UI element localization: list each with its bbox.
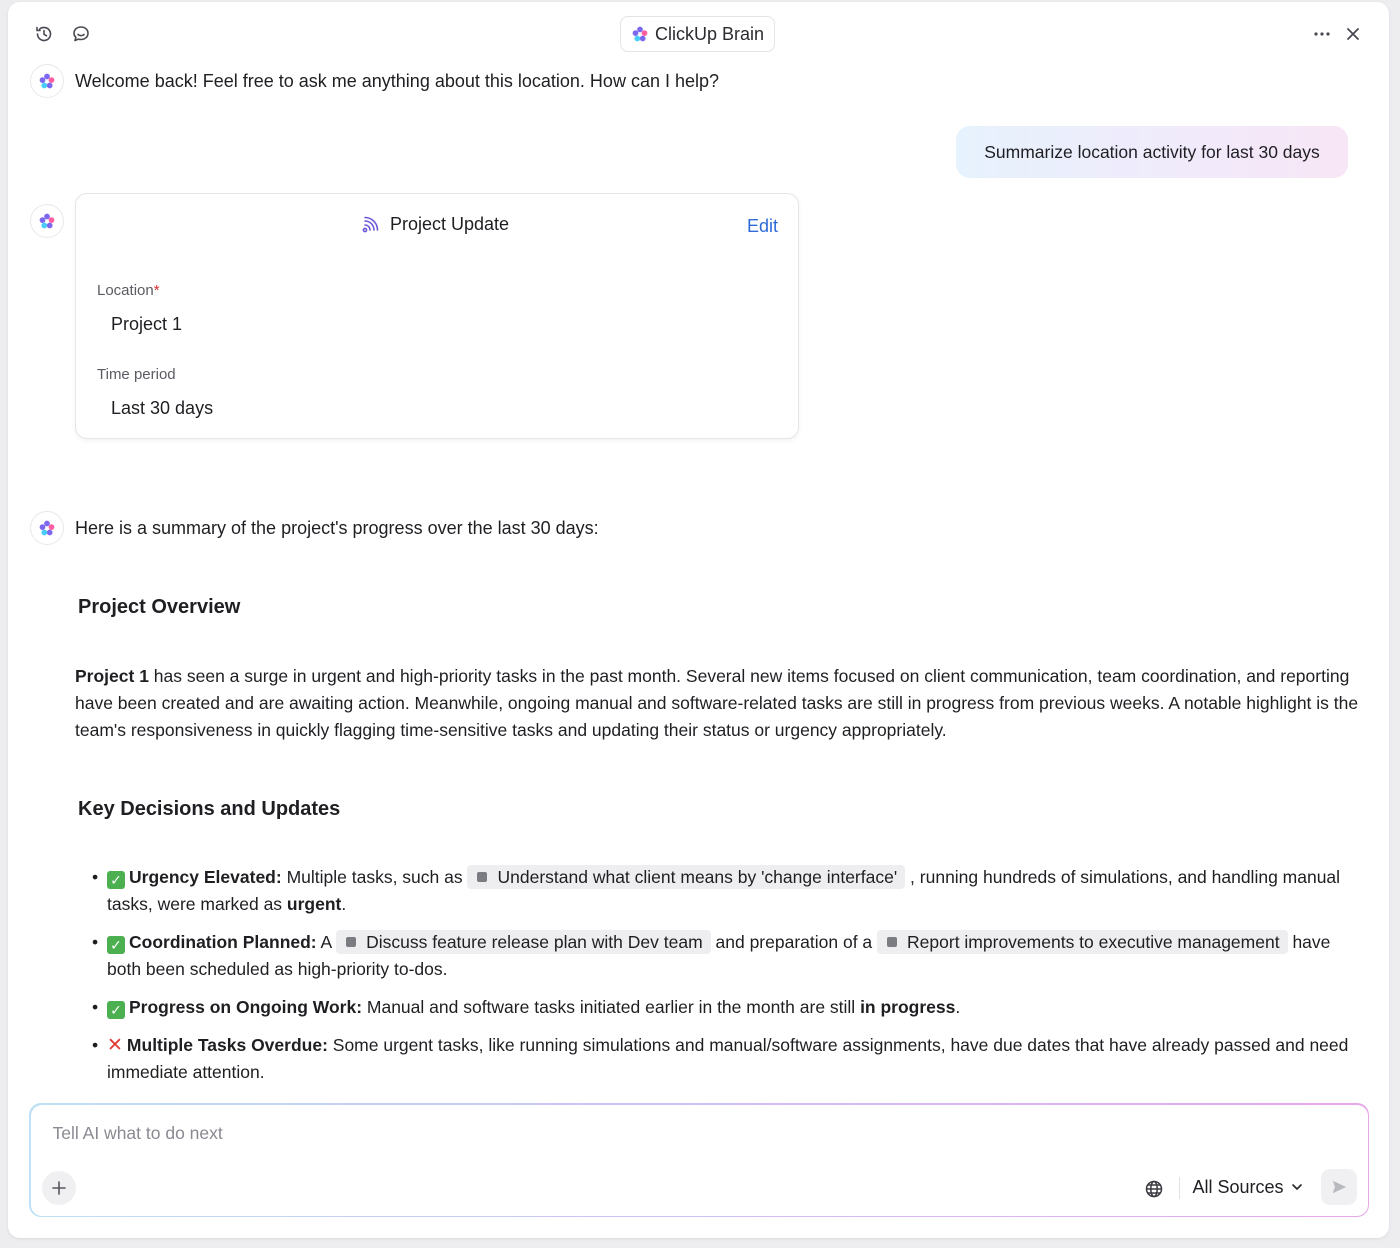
chat-bubble-icon[interactable] [69,22,93,46]
summary-intro: Here is a summary of the project's progr… [75,518,599,538]
bullet-dot: • [92,932,99,952]
location-value[interactable]: Project 1 [111,314,182,335]
overview-bold: Project 1 [75,666,149,686]
bullet-dot: • [92,997,99,1017]
task-chip-label: Discuss feature release plan with Dev te… [366,932,703,952]
more-icon[interactable] [1310,22,1334,46]
task-status-icon [346,937,357,947]
plus-icon [51,1180,66,1195]
location-label: Location* [97,282,160,299]
clickup-brain-panel: ClickUp Brain Welcome back! Feel free to… [8,2,1389,1238]
sources-dropdown[interactable]: All Sources [1193,1177,1304,1198]
user-message-text: Summarize location activity for last 30 … [984,141,1320,162]
clickup-brain-logo-icon [631,25,649,43]
history-icon[interactable] [32,22,56,46]
bullet-bold: urgent [286,894,342,914]
task-status-icon [887,937,898,947]
bullet-text: Manual and software tasks initiated earl… [362,997,861,1017]
list-item: • ✓ Urgency Elevated: Multiple tasks, suc… [92,864,1362,918]
location-label-text: Location [97,282,154,299]
check-icon: ✓ [107,871,125,889]
list-item: • ✓ Progress on Ongoing Work: Manual and … [92,994,1362,1021]
bullet-title: Coordination Planned: [129,932,317,952]
brain-avatar [30,64,64,98]
cross-icon: ✕ [107,1035,123,1056]
bullet-text: A [316,932,337,952]
bullet-title: Urgency Elevated: [129,867,282,887]
send-button[interactable] [1320,1168,1357,1205]
divider [1178,1176,1180,1199]
clickup-brain-logo-icon [39,520,55,536]
decisions-heading: Key Decisions and Updates [78,798,341,820]
globe-icon[interactable] [1142,1177,1166,1201]
ai-composer: All Sources [29,1103,1369,1217]
send-icon [1332,1180,1346,1193]
list-item: • ✕ Multiple Tasks Overdue: Some urgent t… [92,1032,1362,1086]
list-item: • ✓ Coordination Planned: A Discuss featu… [92,929,1362,983]
bullet-title: Multiple Tasks Overdue: [126,1035,328,1055]
clickup-brain-logo-icon [39,213,55,229]
bullet-dot: • [92,1035,99,1055]
sources-label: All Sources [1192,1176,1284,1197]
brain-title-pill[interactable]: ClickUp Brain [620,16,776,52]
card-header: Project Update [360,214,509,235]
task-status-icon [477,872,488,882]
check-icon: ✓ [107,1001,125,1019]
required-marker: * [153,282,160,299]
time-period-value[interactable]: Last 30 days [111,398,213,419]
task-chip-label: Understand what client means by 'change … [497,867,898,887]
user-message-bubble: Summarize location activity for last 30 … [956,126,1348,178]
bullet-text: Multiple tasks, such as [281,867,468,887]
clickup-brain-logo-icon [39,73,55,89]
bullet-text: . [955,997,961,1017]
task-chip[interactable]: Discuss feature release plan with Dev te… [336,930,711,954]
broadcast-icon [360,215,380,235]
add-attachment-button[interactable] [41,1170,76,1205]
bullet-dot: • [92,867,99,887]
close-icon[interactable] [1341,22,1365,46]
brain-avatar [30,204,64,238]
edit-button[interactable]: Edit [747,216,778,237]
app-title: ClickUp Brain [655,23,765,44]
project-update-card: Project Update Edit Location* Project 1 … [75,193,799,439]
task-chip-label: Report improvements to executive managem… [907,932,1280,952]
time-period-label: Time period [97,366,176,383]
card-title: Project Update [390,214,510,234]
welcome-message: Welcome back! Feel free to ask me anythi… [75,71,720,91]
task-chip[interactable]: Report improvements to executive managem… [877,930,1288,954]
overview-heading: Project Overview [78,596,241,618]
brain-avatar [30,511,64,545]
decisions-list: • ✓ Urgency Elevated: Multiple tasks, suc… [92,864,1362,1097]
bullet-text: . [341,894,347,914]
bullet-title: Progress on Ongoing Work: [129,997,363,1017]
bullet-bold: in progress [860,997,956,1017]
overview-paragraph: Project 1 has seen a surge in urgent and… [75,663,1365,744]
check-icon: ✓ [107,936,125,954]
bullet-text: and preparation of a [710,932,878,952]
task-chip[interactable]: Understand what client means by 'change … [467,865,906,889]
overview-text: has seen a surge in urgent and high-prio… [75,666,1359,740]
chevron-down-icon [1290,1180,1304,1194]
composer-box: All Sources [30,1104,1368,1216]
prompt-input[interactable] [52,1122,1053,1144]
